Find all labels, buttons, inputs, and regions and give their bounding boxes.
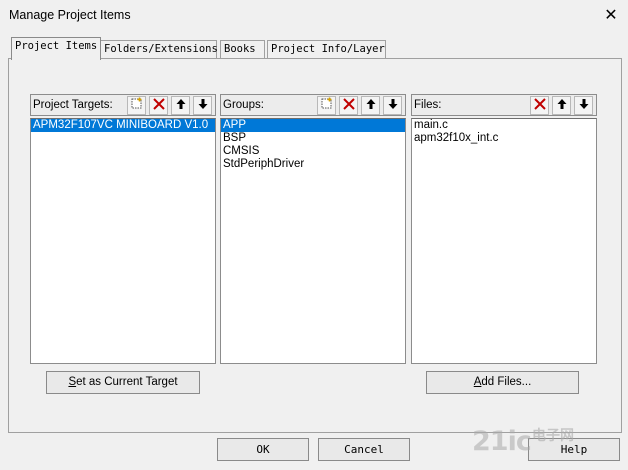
delete-icon — [152, 98, 165, 110]
move-target-up-button[interactable] — [171, 96, 190, 115]
cancel-button[interactable]: Cancel — [318, 438, 410, 461]
watermark-logo: 21ic — [472, 426, 532, 457]
ok-button[interactable]: OK — [217, 438, 309, 461]
tab-folders-extensions[interactable]: Folders/Extensions — [100, 40, 218, 59]
move-group-down-button[interactable] — [383, 96, 402, 115]
files-list[interactable]: main.c apm32f10x_int.c — [411, 118, 597, 364]
arrow-down-icon — [388, 99, 397, 109]
arrow-up-icon — [176, 99, 185, 109]
list-item[interactable]: apm32f10x_int.c — [412, 132, 596, 145]
delete-icon — [342, 98, 355, 110]
move-file-down-button[interactable] — [574, 96, 593, 115]
delete-icon — [533, 98, 546, 110]
tab-project-info-layer[interactable]: Project Info/Layer — [267, 40, 386, 59]
set-as-current-target-button[interactable]: Set as Current Target — [46, 371, 200, 394]
new-target-button[interactable] — [127, 96, 146, 115]
new-item-icon — [321, 97, 332, 109]
watermark-text: 电子网 — [532, 428, 574, 444]
groups-title: Groups: — [223, 99, 264, 111]
move-target-down-button[interactable] — [193, 96, 212, 115]
move-group-up-button[interactable] — [361, 96, 380, 115]
arrow-down-icon — [579, 99, 588, 109]
files-title: Files: — [414, 99, 442, 111]
close-icon[interactable]: ✕ — [598, 3, 624, 29]
move-file-up-button[interactable] — [552, 96, 571, 115]
list-item[interactable]: APM32F107VC MINIBOARD V1.0 — [31, 119, 215, 132]
arrow-up-icon — [557, 99, 566, 109]
new-item-icon — [131, 97, 142, 109]
tab-books[interactable]: Books — [220, 40, 265, 59]
delete-group-button[interactable] — [339, 96, 358, 115]
arrow-up-icon — [366, 99, 375, 109]
arrow-down-icon — [198, 99, 207, 109]
tab-project-items[interactable]: Project Items — [11, 37, 101, 60]
targets-header: Project Targets: — [30, 94, 216, 116]
list-item[interactable]: APP — [221, 119, 405, 132]
window-title: Manage Project Items — [9, 8, 131, 22]
groups-list[interactable]: APP BSP CMSIS StdPeriphDriver — [220, 118, 406, 364]
list-item[interactable]: BSP — [221, 132, 405, 145]
targets-list[interactable]: APM32F107VC MINIBOARD V1.0 — [30, 118, 216, 364]
delete-target-button[interactable] — [149, 96, 168, 115]
targets-title: Project Targets: — [33, 99, 113, 111]
add-files-button[interactable]: Add Files... — [426, 371, 579, 394]
files-header: Files: — [411, 94, 597, 116]
list-item[interactable]: CMSIS — [221, 145, 405, 158]
delete-file-button[interactable] — [530, 96, 549, 115]
new-group-button[interactable] — [317, 96, 336, 115]
list-item[interactable]: main.c — [412, 119, 596, 132]
groups-header: Groups: — [220, 94, 406, 116]
list-item[interactable]: StdPeriphDriver — [221, 158, 405, 171]
